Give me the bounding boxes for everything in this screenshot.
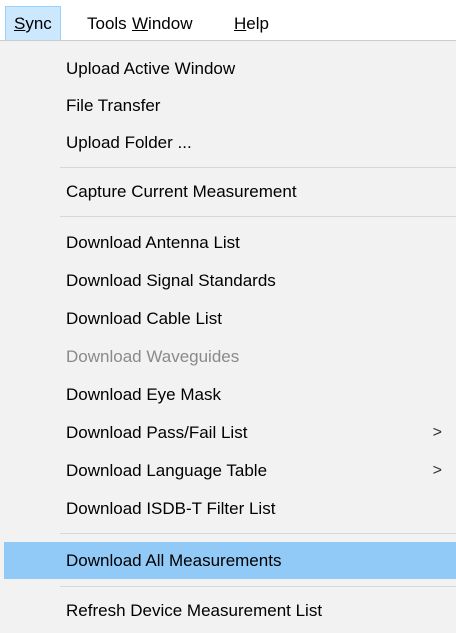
submenu-arrow-icon: >: [432, 424, 442, 441]
menu-item-label: Download All Measurements: [66, 551, 282, 570]
menu-item-label: Download Pass/Fail List: [66, 423, 248, 442]
menu-item-label: Download Antenna List: [66, 233, 240, 252]
menu-item-label: Refresh Device Measurement List: [66, 601, 323, 620]
menu-item-download-antenna-list[interactable]: Download Antenna List: [4, 224, 456, 261]
menu-window-mnemonic: W: [132, 14, 149, 33]
menu-item-download-all-measurements[interactable]: Download All Measurements: [4, 542, 456, 579]
menu-item-capture-current-measurement[interactable]: Capture Current Measurement: [4, 173, 456, 210]
menu-item-label: Download Language Table: [66, 461, 268, 480]
menu-sync-rest: ync: [25, 14, 52, 33]
menu-item-download-language-table[interactable]: Download Language Table >: [4, 452, 456, 489]
menu-sync[interactable]: Sync: [5, 6, 61, 41]
menu-item-upload-active-window[interactable]: Upload Active Window: [4, 50, 456, 87]
menu-item-download-signal-standards[interactable]: Download Signal Standards: [4, 262, 456, 299]
menu-help-mnemonic: H: [234, 14, 247, 33]
menu-item-label: Upload Folder ...: [66, 133, 192, 152]
menu-window-rest: indow: [148, 14, 193, 33]
menu-separator: [60, 216, 456, 217]
menu-sync-mnemonic: S: [14, 14, 26, 33]
menu-item-download-cable-list[interactable]: Download Cable List: [4, 300, 456, 337]
sync-dropdown-menu: Upload Active Window File Transfer Uploa…: [0, 40, 456, 633]
menu-item-upload-folder[interactable]: Upload Folder ...: [4, 124, 456, 161]
menu-item-download-pass-fail-list[interactable]: Download Pass/Fail List >: [4, 414, 456, 451]
menu-item-label: Download Eye Mask: [66, 385, 221, 404]
menu-separator: [60, 533, 456, 534]
menu-item-download-isdb-t-filter-list[interactable]: Download ISDB-T Filter List: [4, 490, 456, 527]
menu-separator: [60, 167, 456, 168]
menu-item-file-transfer[interactable]: File Transfer: [4, 87, 456, 124]
menu-window[interactable]: Window: [124, 6, 200, 41]
menu-item-refresh-device-measurement-list[interactable]: Refresh Device Measurement List: [4, 592, 456, 629]
menu-item-label: Download Waveguides: [66, 347, 240, 366]
menu-item-label: Capture Current Measurement: [66, 182, 297, 201]
menu-item-download-waveguides: Download Waveguides: [4, 338, 456, 375]
menu-bar: Sync Tools Window Help: [0, 0, 456, 41]
menu-item-download-eye-mask[interactable]: Download Eye Mask: [4, 376, 456, 413]
menu-item-label: Download Signal Standards: [66, 271, 276, 290]
menu-tools-label: Tools: [87, 14, 127, 33]
menu-help-rest: elp: [246, 14, 269, 33]
menu-item-label: Download ISDB-T Filter List: [66, 499, 276, 518]
menu-item-label: File Transfer: [66, 96, 161, 115]
menu-item-label: Download Cable List: [66, 309, 222, 328]
menu-help[interactable]: Help: [226, 6, 277, 41]
menu-item-label: Upload Active Window: [66, 59, 236, 78]
submenu-arrow-icon: >: [432, 462, 442, 479]
menu-separator: [60, 586, 456, 587]
